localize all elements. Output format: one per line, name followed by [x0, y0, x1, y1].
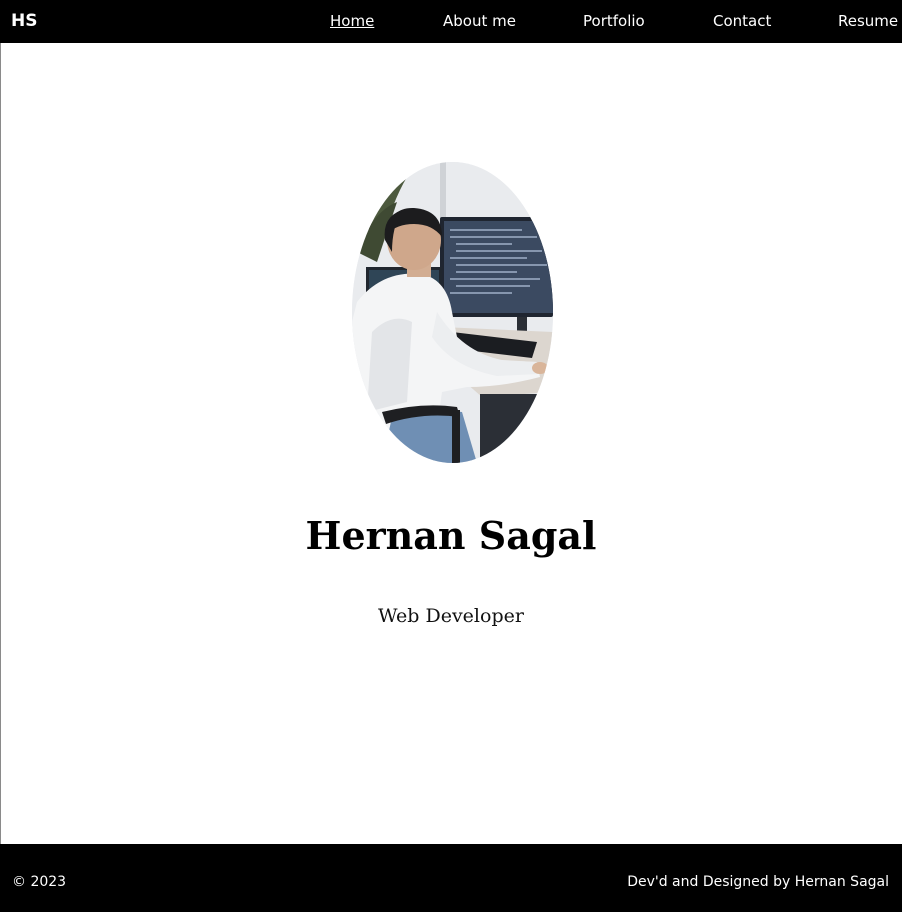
- hero-name: Hernan Sagal: [305, 513, 597, 558]
- nav-link-portfolio[interactable]: Portfolio: [583, 12, 645, 30]
- profile-photo: [352, 162, 553, 463]
- top-navbar: HS Home About me Portfolio Contact Resum…: [0, 0, 902, 43]
- copyright-text: © 2023: [12, 874, 67, 890]
- nav-link-contact[interactable]: Contact: [713, 12, 771, 30]
- nav-link-resume[interactable]: Resume: [838, 12, 898, 30]
- developer-at-desk-photo-icon: [352, 162, 553, 463]
- brand-logo[interactable]: HS: [11, 11, 37, 31]
- page-footer: © 2023 Dev'd and Designed by Hernan Saga…: [0, 844, 902, 912]
- nav-link-home[interactable]: Home: [330, 12, 374, 30]
- nav-link-about-me[interactable]: About me: [443, 12, 516, 30]
- page-left-border: [0, 0, 1, 912]
- credit-text: Dev'd and Designed by Hernan Sagal: [627, 874, 889, 890]
- hero-role: Web Developer: [378, 605, 524, 627]
